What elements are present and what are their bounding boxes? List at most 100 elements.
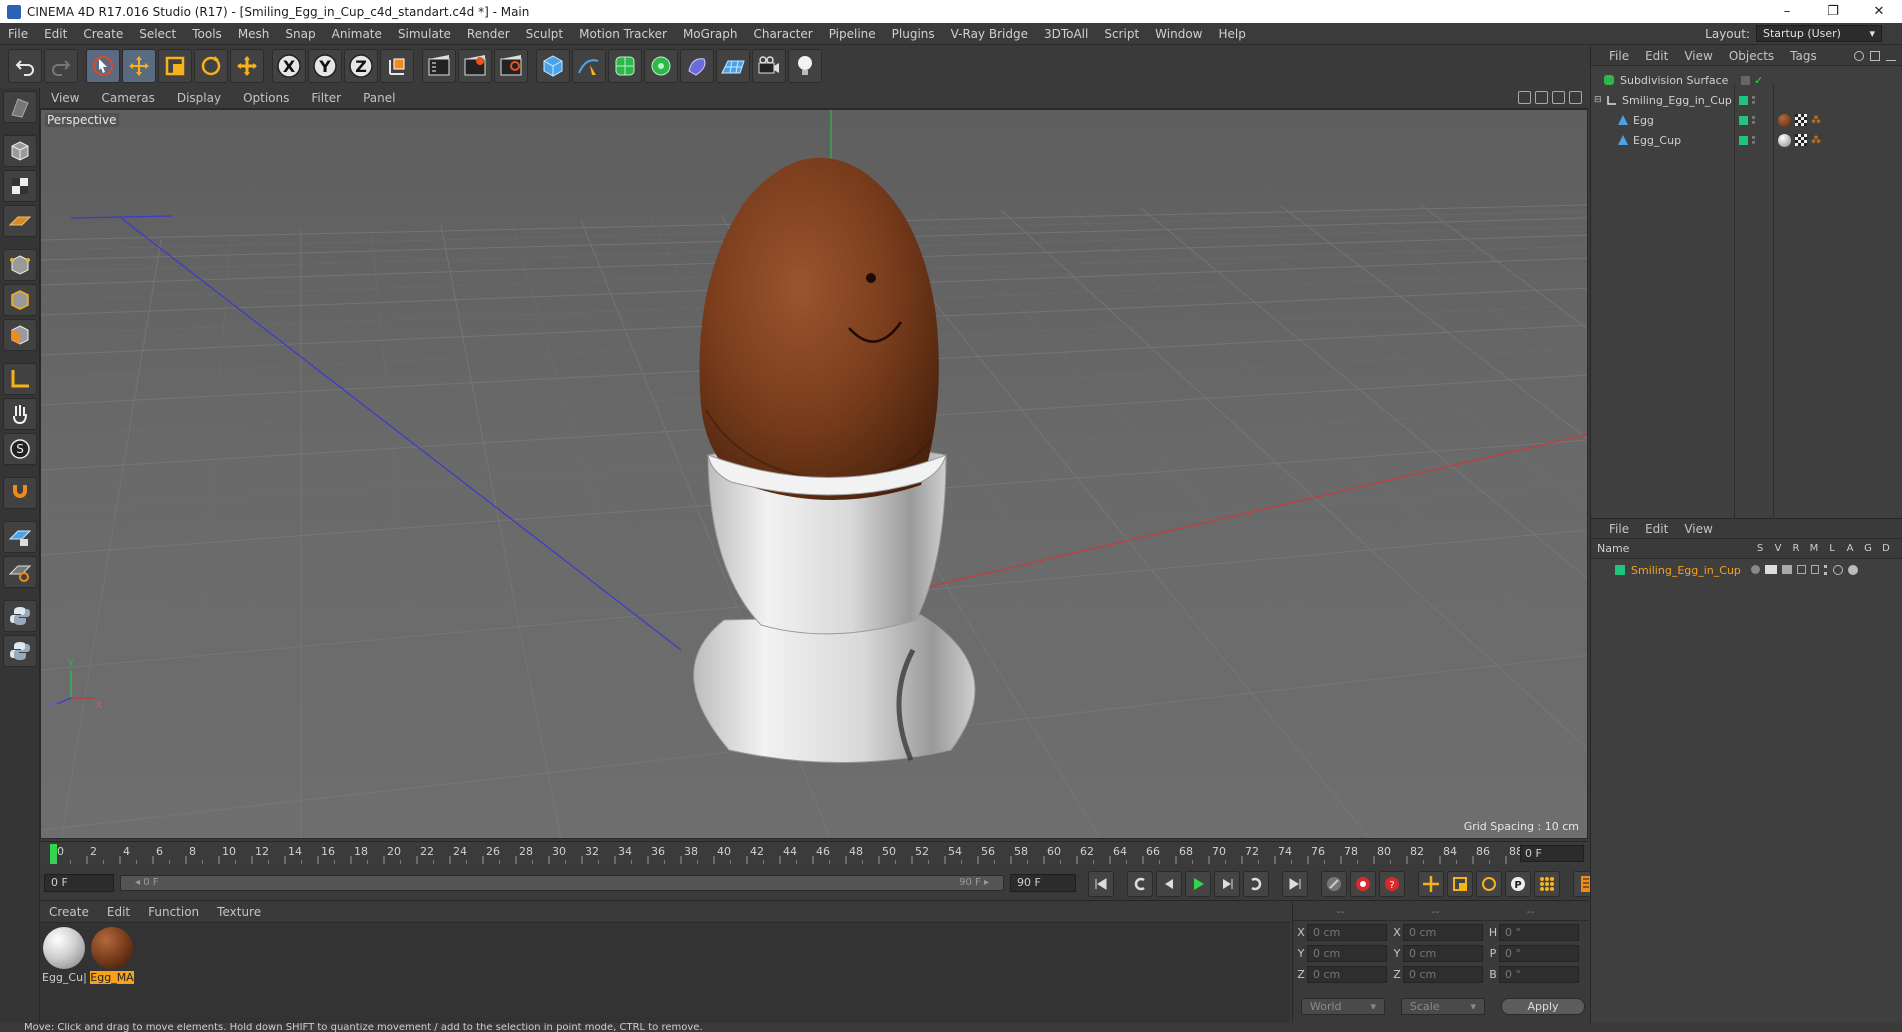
cube-object-button[interactable] bbox=[536, 49, 570, 83]
object-row-subdivision-surface[interactable]: Subdivision Surface ✓ bbox=[1591, 70, 1902, 90]
editor-visibility-icon[interactable] bbox=[1741, 75, 1750, 85]
lock-workplane-button[interactable] bbox=[3, 521, 37, 553]
object-row-egg-cup[interactable]: Egg_Cup ⁂ bbox=[1591, 130, 1902, 150]
coord-system-button[interactable] bbox=[380, 49, 414, 83]
record-active-button[interactable] bbox=[1350, 871, 1376, 897]
render-picture-viewer-button[interactable] bbox=[458, 49, 492, 83]
menu-script[interactable]: Script bbox=[1096, 27, 1147, 41]
rotate-view-icon[interactable] bbox=[1552, 91, 1565, 104]
workplane-button[interactable] bbox=[3, 205, 37, 237]
next-keyframe-button[interactable] bbox=[1243, 871, 1269, 897]
lock-icon[interactable] bbox=[1811, 565, 1819, 574]
menu-animate[interactable]: Animate bbox=[324, 27, 390, 41]
python-button[interactable] bbox=[3, 600, 37, 632]
end-frame-field[interactable]: 90 F bbox=[1010, 874, 1076, 892]
layer-col-generators[interactable]: G bbox=[1859, 543, 1877, 554]
render-icon[interactable] bbox=[1782, 565, 1792, 574]
menu-pipeline[interactable]: Pipeline bbox=[821, 27, 884, 41]
frame-range-slider[interactable]: ◂ 0 F 90 F ▸ bbox=[120, 875, 1004, 891]
manager-icon[interactable] bbox=[1797, 565, 1806, 574]
x-axis-lock-button[interactable]: X bbox=[272, 49, 306, 83]
key-pla-button[interactable] bbox=[1534, 871, 1560, 897]
go-to-start-button[interactable] bbox=[1088, 871, 1114, 897]
material-egg-cup[interactable]: Egg_Cu| bbox=[42, 927, 86, 984]
previous-frame-button[interactable] bbox=[1156, 871, 1182, 897]
layer-col-manager[interactable]: M bbox=[1805, 543, 1823, 554]
minimize-button[interactable]: – bbox=[1764, 0, 1810, 23]
current-frame-field[interactable]: 0 F bbox=[1520, 845, 1584, 862]
autokey-button[interactable]: ? bbox=[1379, 871, 1405, 897]
animation-icon[interactable] bbox=[1824, 565, 1828, 575]
object-menu-view[interactable]: View bbox=[1676, 49, 1720, 63]
material-menu-edit[interactable]: Edit bbox=[98, 905, 139, 919]
object-row-smiling-egg-in-cup[interactable]: ⊟ Smiling_Egg_in_Cup bbox=[1591, 90, 1902, 110]
undo-button[interactable] bbox=[8, 49, 42, 83]
menu-render[interactable]: Render bbox=[459, 27, 518, 41]
material-egg-ma[interactable]: Egg_MA bbox=[90, 927, 134, 984]
object-menu-file[interactable]: File bbox=[1601, 49, 1637, 63]
rotate-button[interactable] bbox=[194, 49, 228, 83]
perspective-viewport[interactable]: Y Z X Perspective Grid Spacing : 10 cm bbox=[40, 109, 1588, 839]
pos-x-field[interactable]: 0 cm bbox=[1307, 923, 1387, 941]
menu-3dtoall[interactable]: 3DToAll bbox=[1036, 27, 1096, 41]
uvw-tag-icon[interactable] bbox=[1795, 114, 1807, 126]
array-object-button[interactable] bbox=[644, 49, 678, 83]
size-mode-dropdown[interactable]: Scale ▾ bbox=[1401, 998, 1485, 1015]
size-x-field[interactable]: 0 cm bbox=[1403, 923, 1483, 941]
material-menu-create[interactable]: Create bbox=[40, 905, 98, 919]
size-y-field[interactable]: 0 cm bbox=[1403, 944, 1483, 962]
render-view-button[interactable] bbox=[422, 49, 456, 83]
layer-col-render[interactable]: R bbox=[1787, 543, 1805, 554]
z-axis-lock-button[interactable]: Z bbox=[344, 49, 378, 83]
next-frame-button[interactable] bbox=[1214, 871, 1240, 897]
redo-button[interactable] bbox=[44, 49, 78, 83]
rot-h-field[interactable]: 0 ° bbox=[1499, 923, 1579, 941]
move-button[interactable] bbox=[122, 49, 156, 83]
visibility-dots-icon[interactable] bbox=[1752, 136, 1755, 144]
layer-menu-edit[interactable]: Edit bbox=[1637, 522, 1676, 536]
pen-spline-button[interactable] bbox=[572, 49, 606, 83]
magnet-button[interactable] bbox=[3, 477, 37, 509]
light-object-button[interactable] bbox=[788, 49, 822, 83]
pos-y-field[interactable]: 0 cm bbox=[1307, 944, 1387, 962]
rot-p-field[interactable]: 0 ° bbox=[1499, 944, 1579, 962]
menu-select[interactable]: Select bbox=[131, 27, 184, 41]
axis-mode-button[interactable] bbox=[3, 363, 37, 395]
key-parameter-button[interactable]: P bbox=[1505, 871, 1531, 897]
play-button[interactable] bbox=[1185, 871, 1211, 897]
viewport-menu-view[interactable]: View bbox=[40, 91, 90, 105]
rot-b-field[interactable]: 0 ° bbox=[1499, 965, 1579, 983]
object-menu-objects[interactable]: Objects bbox=[1721, 49, 1782, 63]
workplane-grid-button[interactable] bbox=[3, 556, 37, 588]
object-menu-tags[interactable]: Tags bbox=[1782, 49, 1825, 63]
menu-edit[interactable]: Edit bbox=[36, 27, 75, 41]
menu-snap[interactable]: Snap bbox=[277, 27, 323, 41]
timeline-ruler[interactable]: 0 2 4 6 8 10 12 14 16 18 20 22 24 26 28 30 32 34 36 38 40 42 4… bbox=[40, 841, 1588, 865]
generator-icon[interactable] bbox=[1833, 565, 1843, 575]
material-tag-icon[interactable] bbox=[1778, 133, 1791, 147]
subdivision-surface-button[interactable] bbox=[608, 49, 642, 83]
coordinate-mode-dropdown[interactable]: World ▾ bbox=[1301, 998, 1385, 1015]
apply-button[interactable]: Apply bbox=[1501, 998, 1585, 1015]
menu-vray-bridge[interactable]: V-Ray Bridge bbox=[943, 27, 1036, 41]
view-icon[interactable] bbox=[1765, 565, 1777, 574]
menu-motion-tracker[interactable]: Motion Tracker bbox=[571, 27, 675, 41]
floor-object-button[interactable] bbox=[716, 49, 750, 83]
close-button[interactable]: ✕ bbox=[1856, 0, 1902, 23]
layer-col-locked[interactable]: L bbox=[1823, 543, 1841, 554]
viewport-menu-filter[interactable]: Filter bbox=[300, 91, 352, 105]
viewport-menu-display[interactable]: Display bbox=[166, 91, 232, 105]
layer-menu-view[interactable]: View bbox=[1676, 522, 1720, 536]
layer-menu-file[interactable]: File bbox=[1601, 522, 1637, 536]
menu-window[interactable]: Window bbox=[1147, 27, 1210, 41]
search-icon[interactable] bbox=[1854, 50, 1864, 61]
menu-tools[interactable]: Tools bbox=[184, 27, 230, 41]
material-tag-icon[interactable] bbox=[1778, 113, 1791, 127]
menu-sculpt[interactable]: Sculpt bbox=[518, 27, 571, 41]
home-icon[interactable] bbox=[1870, 50, 1880, 61]
menu-plugins[interactable]: Plugins bbox=[884, 27, 943, 41]
python-button-2[interactable] bbox=[3, 635, 37, 667]
restore-button[interactable]: ❐ bbox=[1810, 0, 1856, 23]
menu-character[interactable]: Character bbox=[745, 27, 820, 41]
material-menu-texture[interactable]: Texture bbox=[208, 905, 270, 919]
